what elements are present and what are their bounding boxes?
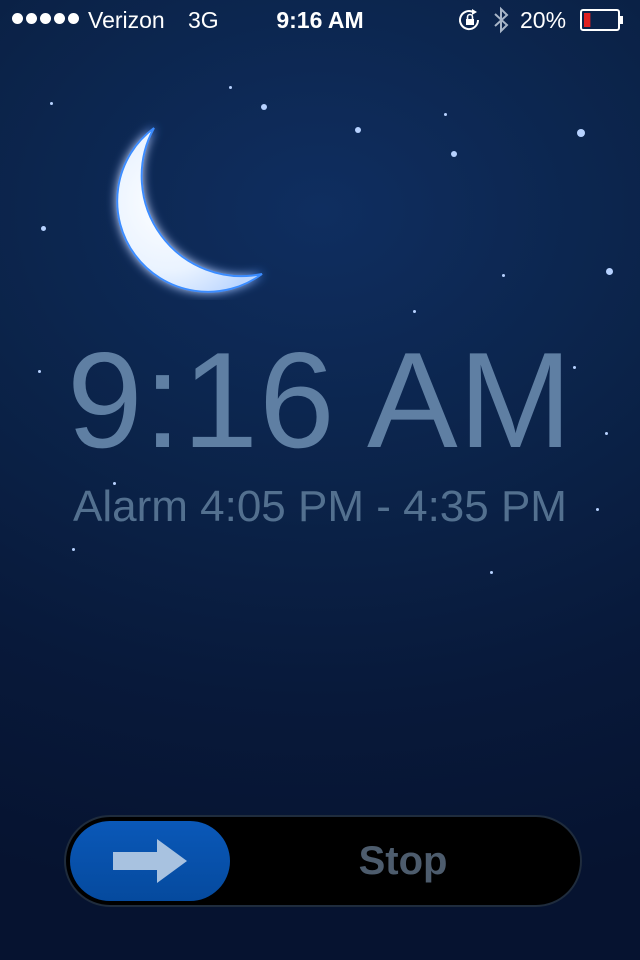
star xyxy=(577,129,585,137)
bluetooth-icon xyxy=(494,6,509,34)
star xyxy=(451,151,457,157)
rotation-lock-icon xyxy=(459,9,480,31)
slider-knob[interactable] xyxy=(70,821,230,901)
arrow-right-icon xyxy=(113,839,187,883)
battery-percent: 20% xyxy=(520,7,567,33)
star xyxy=(355,127,361,133)
star xyxy=(41,226,46,231)
star xyxy=(413,310,416,313)
star xyxy=(261,104,267,110)
star xyxy=(606,268,613,275)
alarm-range: Alarm 4:05 PM - 4:35 PM xyxy=(73,482,567,531)
star xyxy=(229,86,232,89)
star xyxy=(490,571,493,574)
star xyxy=(50,102,53,105)
star xyxy=(444,113,447,116)
stop-slider[interactable]: Stop xyxy=(64,815,582,907)
battery-icon xyxy=(580,9,623,31)
status-bar: Verizon 3G 9:16 AM 20% xyxy=(0,0,640,40)
moon-icon xyxy=(116,127,263,293)
clock-time: 9:16 AM xyxy=(67,324,573,476)
slider-label: Stop xyxy=(358,839,448,883)
star xyxy=(72,548,75,551)
star xyxy=(502,274,505,277)
